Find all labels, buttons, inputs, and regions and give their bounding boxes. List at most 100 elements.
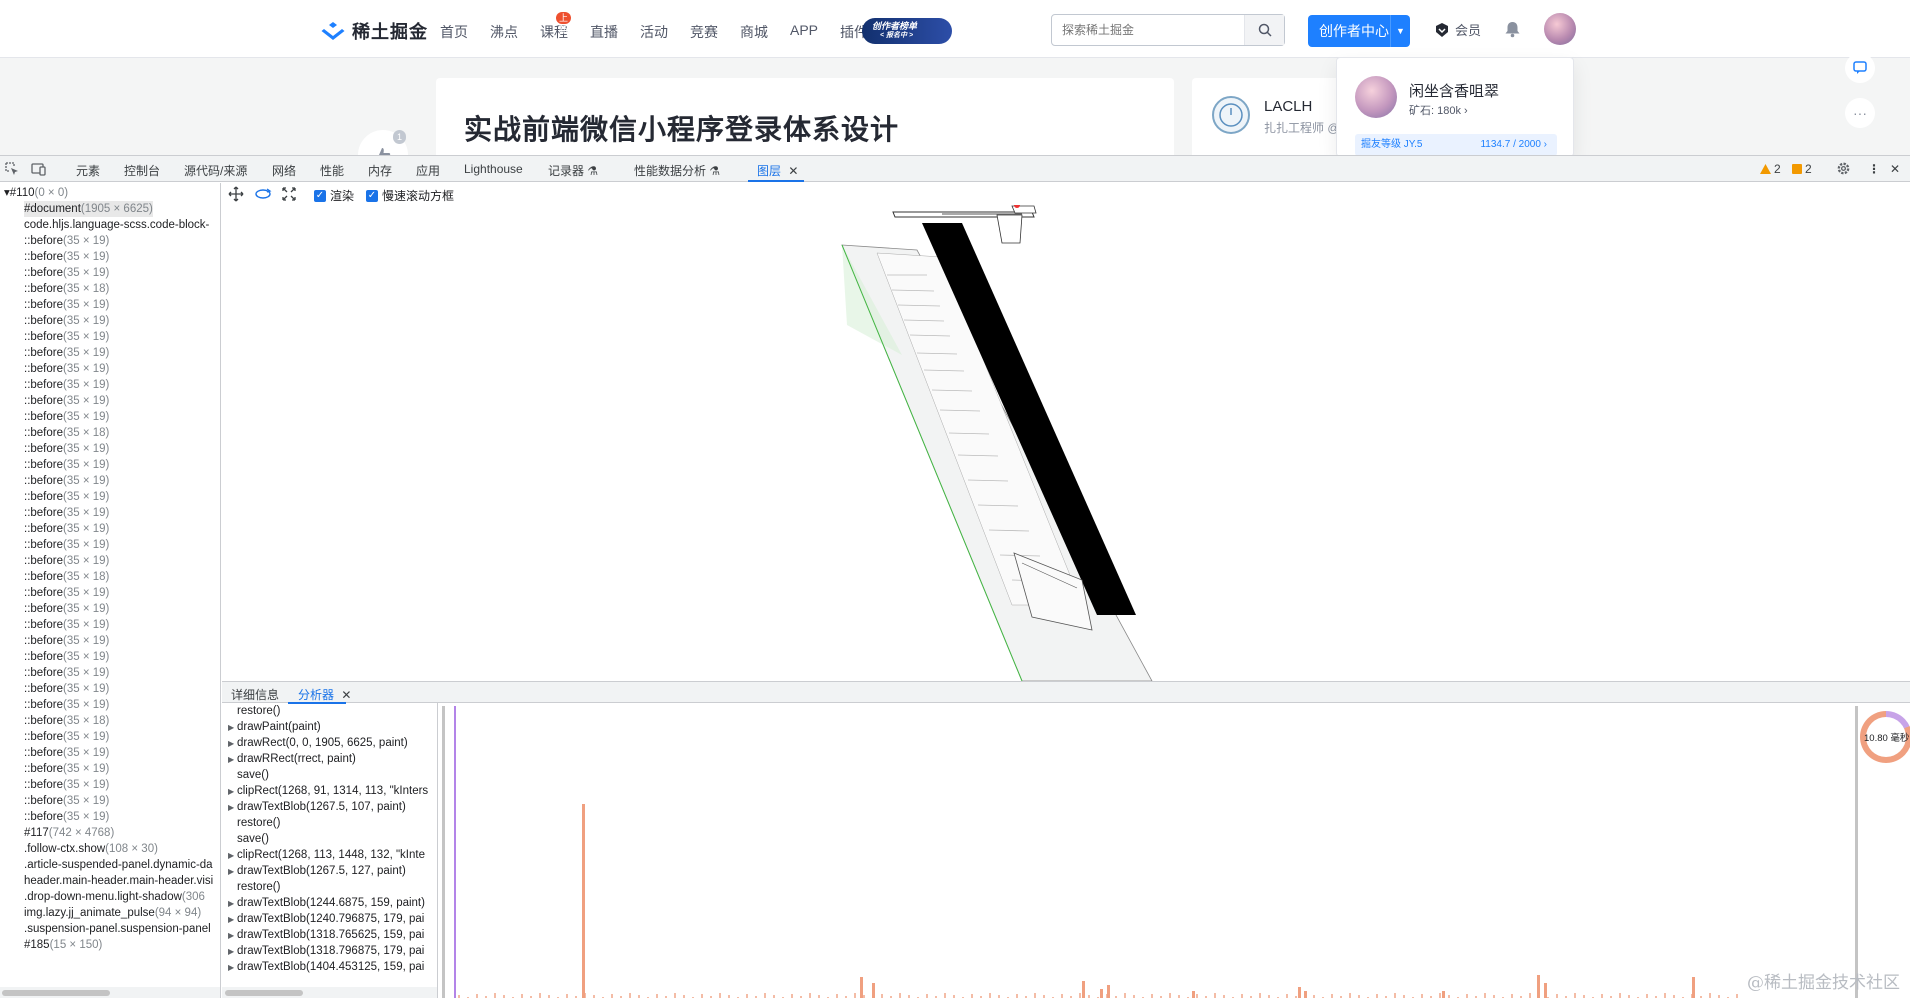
layer-tree-row[interactable]: ::before(35 × 19) — [24, 681, 109, 697]
paint-command-row[interactable]: restore() — [237, 879, 280, 895]
layer-tree-row[interactable]: ::before(35 × 19) — [24, 249, 109, 265]
paint-command-row[interactable]: ▶ drawTextBlob(1267.5, 107, paint) — [228, 799, 406, 815]
layer-tree-row[interactable]: ::before(35 × 19) — [24, 537, 109, 553]
tab-performance[interactable]: 性能 — [320, 162, 344, 179]
layer-tree-row[interactable]: ::before(35 × 19) — [24, 377, 109, 393]
creator-dropdown-caret[interactable]: ▼ — [1390, 15, 1410, 47]
layer-tree-row[interactable]: ::before(35 × 19) — [24, 297, 109, 313]
author-name[interactable]: LACLH — [1264, 98, 1312, 115]
layer-tree-row[interactable]: ::before(35 × 19) — [24, 409, 109, 425]
notification-bell[interactable] — [1504, 20, 1521, 43]
layer-tree-scrollbar[interactable] — [0, 987, 220, 998]
close-tab-icon[interactable]: ✕ — [341, 688, 351, 702]
paint-command-row[interactable]: ▶ drawTextBlob(1318.765625, 159, pai — [228, 927, 424, 943]
layer-tree-row[interactable]: code.hljs.language-scss.code-block- — [24, 217, 209, 233]
issues-counter[interactable]: 2 — [1792, 162, 1812, 176]
reset-transform-icon[interactable] — [282, 187, 296, 201]
scrollbar-thumb[interactable] — [2, 990, 110, 996]
paint-command-row[interactable]: ▶ drawTextBlob(1318.796875, 179, pai — [228, 943, 424, 959]
layer-tree-row[interactable]: ::before(35 × 19) — [24, 521, 109, 537]
layer-tree-row[interactable]: ::before(35 × 19) — [24, 313, 109, 329]
layer-tree-row[interactable]: ▾#110(0 × 0) — [4, 185, 68, 201]
layer-tree-row[interactable]: ::before(35 × 19) — [24, 441, 109, 457]
nav-course[interactable]: 课程 上新 — [540, 12, 572, 42]
popup-avatar[interactable] — [1355, 76, 1397, 118]
profiler-scrollbar-right[interactable] — [1855, 706, 1858, 998]
dropdown-layer[interactable] — [996, 214, 1023, 244]
tab-memory[interactable]: 内存 — [368, 162, 392, 179]
tab-recorder[interactable]: 记录器 ⚗ — [548, 162, 598, 179]
paint-command-row[interactable]: ▶ drawRect(0, 0, 1905, 6625, paint) — [228, 735, 408, 751]
layer-tree-row[interactable]: ::before(35 × 19) — [24, 233, 109, 249]
layer-tree-row[interactable]: ::before(35 × 19) — [24, 777, 109, 793]
profiler-selection-start[interactable] — [454, 706, 456, 998]
nav-live[interactable]: 直播 — [590, 22, 618, 42]
popup-level-bar[interactable]: 掘友等级 JY.5 1134.7 / 2000 › — [1355, 134, 1557, 155]
user-avatar[interactable] — [1544, 13, 1576, 45]
paint-command-row[interactable]: ▶ drawRRect(rrect, paint) — [228, 751, 356, 767]
device-toggle-icon[interactable] — [31, 161, 47, 177]
pan-mode-icon[interactable] — [228, 186, 244, 202]
layer-tree-row[interactable]: ::before(35 × 19) — [24, 729, 109, 745]
tab-lighthouse[interactable]: Lighthouse — [464, 162, 523, 176]
popup-username[interactable]: 闲坐含香咀翠 — [1409, 80, 1499, 101]
layer-tree-row[interactable]: ::before(35 × 19) — [24, 697, 109, 713]
layer-tree-row[interactable]: ::before(35 × 19) — [24, 345, 109, 361]
tab-profiler[interactable]: 分析器 ✕ — [298, 686, 351, 703]
creator-ranking-banner[interactable]: 创作者榜单 < 报名中 > — [862, 18, 952, 44]
layer-tree-row[interactable]: ::before(35 × 19) — [24, 761, 109, 777]
layer-tree-row[interactable]: ::before(35 × 19) — [24, 489, 109, 505]
close-devtools-icon[interactable]: ✕ — [1890, 162, 1900, 176]
layer-tree-row[interactable]: ::before(35 × 19) — [24, 361, 109, 377]
search-button[interactable] — [1244, 15, 1284, 45]
layer-tree-row[interactable]: #117(742 × 4768) — [24, 825, 114, 841]
tab-network[interactable]: 网络 — [272, 162, 296, 179]
expand-triangle-icon[interactable]: ▶ — [228, 848, 237, 864]
expand-triangle-icon[interactable]: ▶ — [228, 896, 237, 912]
show-paints-checkbox[interactable]: ✓ 渲染 — [314, 187, 354, 204]
profiler-scrollbar-left[interactable] — [442, 706, 445, 998]
layer-tree-row[interactable]: ::before(35 × 19) — [24, 585, 109, 601]
expand-triangle-icon[interactable]: ▶ — [228, 800, 237, 816]
expand-triangle-icon[interactable]: ▶ — [228, 720, 237, 736]
juejin-logo[interactable]: 稀土掘金 — [320, 18, 428, 44]
layer-tree-row[interactable]: header.main-header.main-header.visi — [24, 873, 213, 889]
paint-command-row[interactable]: ▶ drawTextBlob(1240.796875, 179, pai — [228, 911, 424, 927]
tab-application[interactable]: 应用 — [416, 162, 440, 179]
layer-tree-row[interactable]: ::before(35 × 19) — [24, 505, 109, 521]
layer-tree-row[interactable]: ::before(35 × 19) — [24, 265, 109, 281]
tab-elements[interactable]: 元素 — [76, 162, 100, 179]
layer-tree-row[interactable]: .follow-ctx.show(108 × 30) — [24, 841, 158, 857]
nav-store[interactable]: 商城 — [740, 22, 768, 42]
popup-ore-balance[interactable]: 矿石: 180k › — [1409, 102, 1468, 118]
expand-triangle-icon[interactable]: ▶ — [228, 864, 237, 880]
tab-layers[interactable]: 图层 ✕ — [757, 162, 798, 179]
layer-tree-row[interactable]: ::before(35 × 19) — [24, 665, 109, 681]
layer-tree-row[interactable]: .drop-down-menu.light-shadow(306 — [24, 889, 205, 905]
creator-center-button[interactable]: 创作者中心 ▼ — [1308, 15, 1410, 47]
tab-details[interactable]: 详细信息 — [231, 686, 279, 703]
layer-tree-row[interactable]: ::before(35 × 19) — [24, 329, 109, 345]
slow-scroll-rects-checkbox[interactable]: ✓ 慢速滚动方框 — [366, 187, 454, 204]
layer-tree-row[interactable]: ::before(35 × 19) — [24, 617, 109, 633]
expand-triangle-icon[interactable]: ▶ — [228, 928, 237, 944]
inspect-element-icon[interactable] — [4, 161, 20, 177]
layer-tree-row[interactable]: ::before(35 × 18) — [24, 281, 109, 297]
layer-tree-row[interactable]: ::before(35 × 19) — [24, 633, 109, 649]
paint-profiler-chart[interactable]: 10.80 毫秒 @稀土掘金技术社区 — [442, 703, 1910, 998]
warnings-counter[interactable]: 2 — [1760, 162, 1781, 176]
more-options-icon[interactable]: ⋮ — [1868, 162, 1880, 176]
feedback-button[interactable] — [1845, 53, 1875, 83]
expand-triangle-icon[interactable]: ▶ — [228, 784, 237, 800]
expand-triangle-icon[interactable]: ▶ — [228, 912, 237, 928]
author-avatar[interactable] — [1212, 96, 1250, 134]
settings-gear-icon[interactable] — [1836, 161, 1851, 176]
layers-3d-view[interactable] — [222, 205, 1910, 681]
nav-events[interactable]: 活动 — [640, 22, 668, 42]
layers-3d-canvas[interactable] — [222, 205, 1910, 681]
paint-command-row[interactable]: ▶ clipRect(1268, 113, 1448, 132, "kInte — [228, 847, 425, 863]
more-button[interactable]: ··· — [1845, 98, 1875, 128]
rotate-mode-icon[interactable] — [254, 186, 272, 202]
layer-tree-row[interactable]: ::before(35 × 19) — [24, 393, 109, 409]
expand-triangle-icon[interactable]: ▶ — [228, 736, 237, 752]
